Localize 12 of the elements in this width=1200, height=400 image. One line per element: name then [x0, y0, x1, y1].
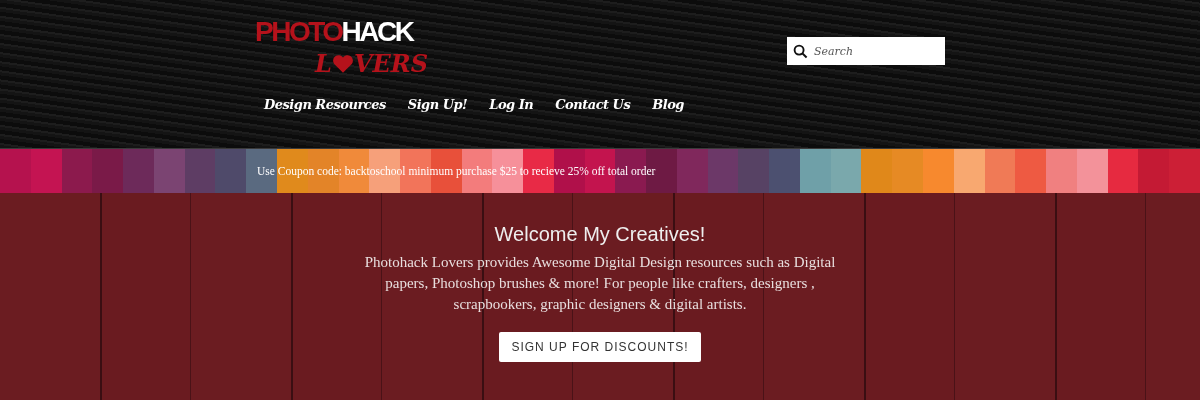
- signup-button[interactable]: SIGN UP FOR DISCOUNTS!: [499, 332, 701, 362]
- heart-icon: [331, 54, 354, 74]
- nav-link[interactable]: Contact Us: [555, 97, 631, 112]
- hero-text: Photohack Lovers provides Awesome Digital Design resources such as Digital papers, Photoshop brushes & more! For people like crafters, designers , scrapbookers, graphic designers & digital artists.: [363, 253, 837, 314]
- nav-link[interactable]: Log In: [489, 97, 534, 112]
- nav-link[interactable]: Design Resources: [264, 97, 386, 112]
- logo[interactable]: PHOTOHACK L VERS: [255, 15, 429, 79]
- nav-link[interactable]: Sign Up!: [407, 97, 468, 112]
- hero-title: Welcome My Creatives!: [494, 223, 706, 246]
- search-field[interactable]: Search: [787, 37, 945, 65]
- coupon-text: Use Coupon code: backtoschool minimum purchase $25 to recieve 25% off total order: [257, 165, 656, 177]
- nav-link[interactable]: Blog: [652, 97, 684, 112]
